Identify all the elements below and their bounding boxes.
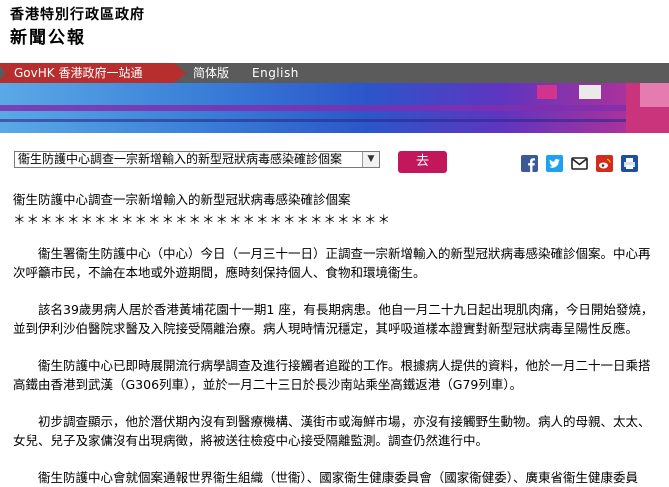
article-paragraph: 該名39歲男病人居於香港黃埔花園十一期1 座，有長期病患。他自一月二十九日起出現… bbox=[13, 302, 654, 336]
nav-notch bbox=[0, 66, 6, 80]
article-title: 衞生防護中心調查一宗新增輸入的新型冠狀病毒感染確診個案 bbox=[13, 192, 351, 207]
header-banner bbox=[0, 83, 669, 133]
banner-stripe bbox=[0, 105, 669, 111]
chevron-down-icon[interactable]: ▼ bbox=[362, 152, 379, 167]
press-release-select[interactable]: 衞生防護中心調查一宗新增輸入的新型冠狀病毒感染確診個案 ▼ bbox=[14, 151, 380, 168]
banner-stripe bbox=[0, 119, 669, 122]
title-separator: ＊＊＊＊＊＊＊＊＊＊＊＊＊＊＊＊＊＊＊＊＊＊＊＊＊＊＊＊ bbox=[13, 212, 392, 227]
govhk-label: GovHK 香港政府一站通 bbox=[14, 66, 143, 80]
article-paragraph: 衞生防護中心會就個案通報世界衞生組織（世衞）、國家衞生健康委員會（國家衞健委）、… bbox=[38, 470, 639, 485]
banner-block bbox=[640, 83, 669, 107]
banner-block bbox=[579, 85, 601, 99]
section-title: 新聞公報 bbox=[10, 28, 86, 48]
article-paragraph: 衞生署衞生防護中心（中心）今日（一月三十一日）正調查一宗新增輸入的新型冠狀病毒感… bbox=[13, 246, 651, 280]
gov-name: 香港特別行政區政府 bbox=[10, 7, 145, 23]
site-header: 香港特別行政區政府 新聞公報 bbox=[10, 6, 145, 50]
simplified-chinese-link[interactable]: 简体版 bbox=[193, 65, 229, 81]
banner-block bbox=[537, 85, 557, 99]
twitter-icon[interactable] bbox=[546, 155, 563, 172]
facebook-icon[interactable] bbox=[521, 155, 538, 172]
weibo-icon[interactable] bbox=[596, 155, 613, 172]
article: 衞生防護中心調查一宗新增輸入的新型冠狀病毒感染確診個案 ＊＊＊＊＊＊＊＊＊＊＊＊… bbox=[13, 190, 658, 485]
article-paragraph: 初步調查顯示，他於潛伏期內沒有到醫療機構、漢街市或海鮮市場，亦沒有接觸野生動物。… bbox=[13, 414, 651, 448]
email-icon[interactable] bbox=[571, 155, 588, 172]
nav-arrow bbox=[174, 63, 186, 83]
top-nav: GovHK 香港政府一站通 简体版 English bbox=[0, 63, 669, 83]
english-link[interactable]: English bbox=[252, 65, 299, 81]
govhk-link[interactable]: GovHK 香港政府一站通 bbox=[0, 63, 174, 83]
select-value: 衞生防護中心調查一宗新增輸入的新型冠狀病毒感染確診個案 bbox=[18, 152, 343, 166]
article-paragraph: 衞生防護中心已即時展開流行病學調查及進行接觸者追蹤的工作。根據病人提供的資料，他… bbox=[13, 358, 651, 392]
go-button[interactable]: 去 bbox=[398, 151, 447, 173]
print-icon[interactable] bbox=[621, 155, 638, 172]
